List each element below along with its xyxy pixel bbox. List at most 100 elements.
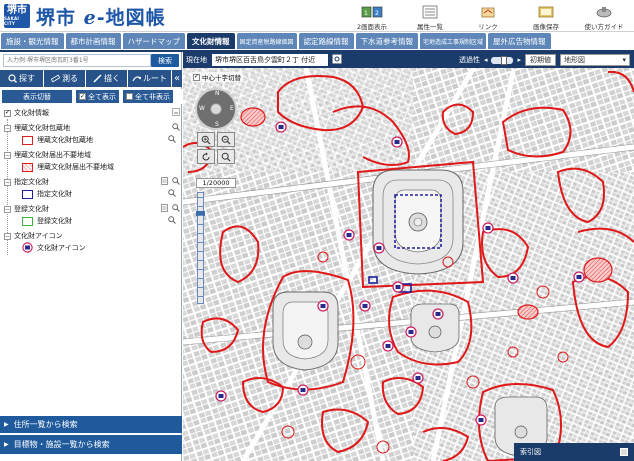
collapse-toggle[interactable]: − — [4, 232, 11, 240]
layer-item-notification-exempt[interactable]: 埋蔵文化財届出不要地域 — [22, 161, 182, 173]
zoom-level-notch[interactable] — [198, 215, 203, 216]
index-map-expand-icon[interactable] — [620, 448, 628, 456]
reset-opacity-button[interactable]: 初期値 — [525, 54, 556, 66]
tab-land-development[interactable]: 宅地造成工事規制区域 — [420, 33, 487, 49]
layer-group-notification-exempt[interactable]: − 埋蔵文化財届出不要地域 — [4, 149, 186, 161]
heritage-marker-icon[interactable] — [343, 229, 355, 241]
tab-road-price[interactable]: 固定資産税路線価図 — [236, 33, 297, 49]
image-save-button[interactable]: 画像保存 — [520, 1, 572, 31]
zoom-to-layer-icon[interactable] — [168, 216, 176, 226]
crosshair-checkbox[interactable]: ✓ — [193, 73, 200, 81]
heritage-marker-icon[interactable] — [275, 121, 287, 133]
layer-item-buried-sites[interactable]: 埋蔵文化財包蔵地 — [22, 134, 182, 146]
heritage-marker-icon[interactable] — [392, 281, 404, 293]
zoom-in-area-button[interactable] — [197, 132, 215, 147]
zoom-slider[interactable] — [196, 192, 205, 304]
collapse-toggle[interactable]: − — [4, 178, 11, 186]
address-search-input[interactable] — [3, 54, 151, 67]
search-button[interactable]: 検索 — [151, 54, 179, 67]
layer-root-checkbox[interactable]: ✓ — [4, 109, 11, 117]
opacity-increase-icon[interactable]: ▸ — [517, 56, 521, 64]
heritage-marker-icon[interactable] — [317, 300, 329, 312]
attribute-list-button[interactable]: 属性一覧 — [404, 1, 456, 31]
heritage-marker-icon[interactable] — [297, 384, 309, 396]
layer-group-designated[interactable]: − 指定文化財 — [4, 176, 186, 188]
show-all-button[interactable]: ✓ 全て表示 — [76, 90, 119, 103]
layer-item-registered[interactable]: 登録文化財 — [22, 215, 182, 227]
opacity-slider-knob[interactable] — [501, 55, 508, 65]
index-map-toggle[interactable]: 索引図 — [514, 443, 634, 461]
zoom-level-notch[interactable] — [198, 287, 203, 288]
zoom-to-layer-icon[interactable] — [172, 177, 180, 187]
zoom-level-notch[interactable] — [198, 206, 203, 207]
tab-urban-planning[interactable]: 都市計画情報 — [65, 33, 121, 49]
layer-root[interactable]: ✓ 文化財情報 — [4, 107, 186, 119]
previous-view-button[interactable] — [197, 149, 215, 164]
view-toggle-button[interactable]: 表示切替 — [2, 90, 72, 103]
zoom-level-notch[interactable] — [198, 251, 203, 252]
heritage-marker-icon[interactable] — [573, 271, 585, 283]
heritage-marker-icon[interactable] — [432, 308, 444, 320]
link-button[interactable]: リンク — [462, 1, 514, 31]
opacity-slider[interactable] — [491, 55, 514, 65]
document-icon[interactable] — [161, 177, 168, 187]
dual-screen-button[interactable]: 12 2画面表示 — [346, 1, 398, 31]
full-extent-button[interactable] — [217, 149, 235, 164]
site-logo[interactable]: 堺市 SAKAI CITY 堺市 ℯ-地図帳 — [4, 3, 166, 29]
map-view[interactable]: 現在地 堺市堺区百舌鳥夕雲町２丁 付近 透過性 ◂ ▸ 初期値 地形図 ▾ ✓ … — [183, 52, 634, 461]
tab-certified-roads[interactable]: 認定路線情報 — [298, 33, 354, 49]
tab-facilities[interactable]: 施設・観光情報 — [1, 33, 64, 49]
pan-west-icon[interactable]: W — [199, 105, 205, 112]
basemap-select[interactable]: 地形図 ▾ — [560, 54, 630, 66]
zoom-level-notch[interactable] — [198, 260, 203, 261]
pan-south-icon[interactable]: S — [215, 121, 219, 128]
find-button[interactable]: 探す — [0, 70, 44, 87]
layer-item-designated[interactable]: 指定文化財 — [22, 188, 182, 200]
pan-north-icon[interactable]: N — [215, 90, 220, 97]
heritage-marker-icon[interactable] — [405, 326, 417, 338]
zoom-level-notch[interactable] — [198, 224, 203, 225]
collapse-toggle[interactable]: − — [4, 124, 11, 132]
layer-group-heritage-icons[interactable]: − 文化財アイコン — [4, 230, 186, 242]
layer-item-heritage-icons[interactable]: 文化財アイコン — [22, 241, 182, 254]
location-pin-icon[interactable] — [332, 54, 342, 66]
zoom-out-area-button[interactable] — [217, 132, 235, 147]
tab-cultural-properties[interactable]: 文化財情報 — [187, 33, 235, 49]
pan-control[interactable]: N S W E — [195, 88, 237, 130]
collapse-panel-button[interactable]: « — [172, 70, 182, 87]
zoom-level-notch[interactable] — [198, 296, 203, 297]
zoom-to-layer-icon[interactable] — [168, 189, 176, 199]
zoom-level-notch[interactable] — [198, 269, 203, 270]
heritage-marker-icon[interactable] — [507, 272, 519, 284]
address-list-search[interactable]: ▶ 住所一覧から検索 — [0, 416, 182, 433]
heritage-marker-icon[interactable] — [482, 222, 494, 234]
zoom-level-notch[interactable] — [198, 242, 203, 243]
crosshair-toggle[interactable]: ✓ 中心十字切替 — [191, 72, 243, 82]
collapse-toggle[interactable]: − — [4, 151, 11, 159]
hide-all-checkbox[interactable] — [126, 93, 133, 100]
zoom-to-layer-icon[interactable] — [172, 204, 180, 214]
heritage-marker-icon[interactable] — [382, 340, 394, 352]
zoom-to-layer-icon[interactable] — [172, 123, 180, 133]
zoom-level-notch[interactable] — [198, 278, 203, 279]
heritage-marker-icon[interactable] — [475, 414, 487, 426]
landmark-list-search[interactable]: ▶ 目標物・施設一覧から検索 — [0, 435, 182, 454]
document-icon[interactable] — [161, 204, 168, 214]
map-canvas[interactable] — [183, 52, 634, 461]
draw-button[interactable]: 描く — [86, 70, 128, 87]
opacity-decrease-icon[interactable]: ◂ — [484, 56, 488, 64]
pan-center-button[interactable] — [210, 103, 222, 115]
show-all-checkbox[interactable]: ✓ — [79, 93, 86, 100]
heritage-marker-icon[interactable] — [359, 300, 371, 312]
tab-outdoor-ads[interactable]: 屋外広告物情報 — [488, 33, 551, 49]
zoom-to-layer-icon[interactable] — [168, 135, 176, 145]
layer-group-buried-sites[interactable]: − 埋蔵文化財包蔵地 — [4, 122, 186, 134]
heritage-marker-icon[interactable] — [391, 136, 403, 148]
heritage-marker-icon[interactable] — [215, 390, 227, 402]
tab-sewerage[interactable]: 下水道参考情報 — [355, 33, 419, 49]
tab-hazard-map[interactable]: ハザードマップ — [122, 33, 185, 49]
hide-all-button[interactable]: 全て非表示 — [123, 90, 173, 103]
layer-group-registered[interactable]: − 登録文化財 — [4, 203, 186, 215]
zoom-level-notch[interactable] — [198, 197, 203, 198]
minimize-icon[interactable] — [172, 108, 180, 118]
